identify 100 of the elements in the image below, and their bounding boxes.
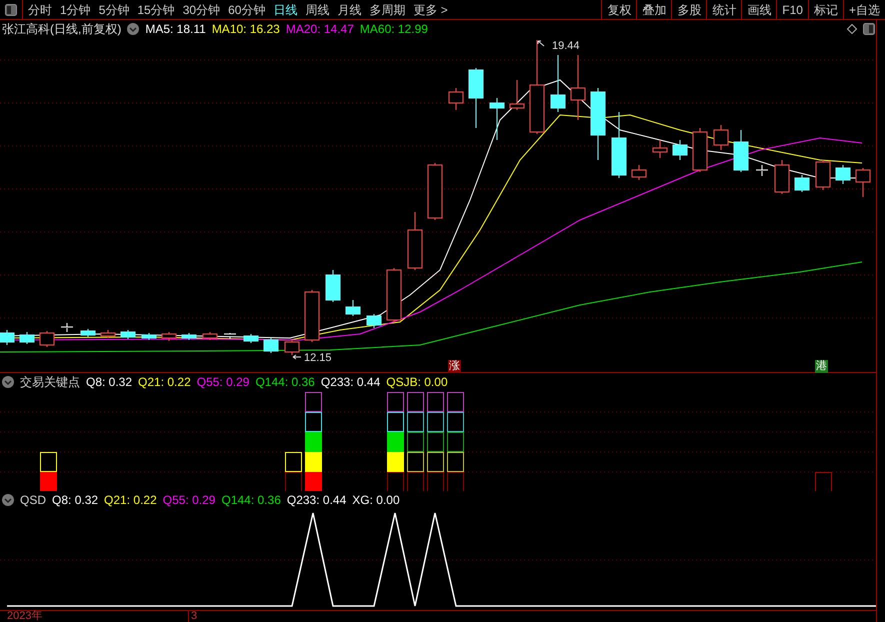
period-tab[interactable]: 多周期 bbox=[369, 0, 406, 18]
low-price-label: 12.15 bbox=[304, 351, 332, 366]
candlestick bbox=[448, 88, 464, 110]
candlestick bbox=[304, 290, 320, 342]
period-tab[interactable]: 月线 bbox=[337, 0, 362, 18]
signal-block bbox=[40, 452, 57, 472]
collapse-icon[interactable] bbox=[2, 494, 14, 506]
period-tab[interactable]: 5分钟 bbox=[98, 0, 130, 18]
signal-block bbox=[407, 432, 424, 452]
legend-value: Q144: 0.36 bbox=[221, 492, 281, 509]
event-marker[interactable]: 港 bbox=[815, 360, 828, 373]
signal-block bbox=[387, 392, 404, 412]
legend-value: XG: 0.00 bbox=[352, 492, 400, 509]
candlestick bbox=[510, 80, 524, 110]
candlestick bbox=[468, 68, 484, 128]
period-tab[interactable]: 日线 bbox=[273, 0, 298, 18]
toolbar-button[interactable]: +自选 bbox=[842, 0, 885, 19]
candlestick bbox=[346, 300, 360, 316]
candlestick bbox=[612, 112, 626, 178]
candlestick bbox=[856, 168, 870, 198]
legend-value: MA20: 14.47 bbox=[286, 21, 354, 38]
candlestick bbox=[120, 330, 136, 340]
candlestick bbox=[100, 330, 116, 338]
toolbar-button[interactable]: F10 bbox=[776, 0, 808, 19]
indicator-title: 交易关键点 bbox=[20, 374, 80, 391]
period-tab[interactable]: 15分钟 bbox=[137, 0, 175, 18]
candlestick bbox=[428, 162, 442, 220]
legend-value: Q233: 0.44 bbox=[320, 374, 380, 391]
candlestick bbox=[60, 322, 74, 332]
legend-value: Q55: 0.29 bbox=[162, 492, 216, 509]
candlestick bbox=[672, 140, 688, 160]
panel-toggle-icon[interactable] bbox=[863, 23, 875, 35]
diamond-icon[interactable] bbox=[847, 24, 857, 34]
candlestick bbox=[284, 340, 300, 356]
signal-block bbox=[447, 412, 464, 432]
signal-block bbox=[407, 392, 424, 412]
period-tab[interactable]: 30分钟 bbox=[182, 0, 220, 18]
signal-block bbox=[285, 472, 302, 491]
candlestick bbox=[20, 332, 34, 344]
candlestick bbox=[774, 160, 790, 194]
axis-label: 3 bbox=[190, 611, 198, 622]
event-marker[interactable]: 涨 bbox=[448, 360, 461, 373]
period-tab[interactable]: 周线 bbox=[305, 0, 330, 18]
signal-block bbox=[387, 452, 404, 472]
collapse-icon[interactable] bbox=[127, 23, 140, 35]
collapse-icon[interactable] bbox=[2, 376, 14, 388]
high-price-label: 19.44 bbox=[552, 38, 580, 54]
signal-block bbox=[305, 412, 322, 432]
pointer-arrow-icon bbox=[537, 40, 545, 47]
period-tab[interactable]: 60分钟 bbox=[228, 0, 266, 18]
legend-value: MA5: 18.11 bbox=[145, 21, 206, 38]
toolbar-button[interactable]: 复权 bbox=[601, 0, 636, 19]
toolbar-button[interactable]: 标记 bbox=[808, 0, 843, 19]
candlestick bbox=[756, 164, 768, 176]
candlestick bbox=[142, 332, 156, 340]
signal-block bbox=[427, 452, 444, 472]
signal-block bbox=[407, 472, 424, 491]
legend-value: QSJB: 0.00 bbox=[386, 374, 448, 391]
signal-block bbox=[427, 412, 444, 432]
signal-block bbox=[40, 472, 57, 491]
toolbar-button[interactable]: 叠加 bbox=[636, 0, 672, 19]
signal-block bbox=[407, 412, 424, 432]
panel-toggle-icon[interactable] bbox=[5, 4, 17, 16]
toolbar-button[interactable]: 统计 bbox=[706, 0, 742, 19]
indicator-title: QSD bbox=[20, 492, 46, 509]
signal-block bbox=[815, 472, 832, 491]
signal-block bbox=[447, 432, 464, 452]
legend-value: MA60: 12.99 bbox=[360, 21, 428, 38]
legend-value: Q144: 0.36 bbox=[255, 374, 315, 391]
period-tab[interactable]: 更多 > bbox=[413, 0, 448, 18]
period-tab[interactable]: 分时 bbox=[28, 0, 52, 18]
candlestick bbox=[182, 332, 196, 340]
signal-block bbox=[427, 392, 444, 412]
toolbar-button[interactable]: 多股 bbox=[671, 0, 706, 19]
stock-title: 张江高科(日线,前复权) bbox=[2, 21, 122, 38]
signal-block bbox=[387, 432, 404, 452]
pointer-arrow-icon bbox=[292, 354, 302, 360]
candlestick bbox=[386, 268, 402, 322]
candlestick bbox=[794, 174, 810, 192]
candlestick bbox=[714, 124, 728, 150]
signal-block bbox=[305, 472, 322, 491]
candlestick bbox=[734, 130, 748, 172]
legend-value: Q21: 0.22 bbox=[104, 492, 157, 509]
legend-value: Q21: 0.22 bbox=[138, 374, 191, 391]
candlestick bbox=[80, 328, 96, 338]
toolbar-button[interactable]: 画线 bbox=[741, 0, 776, 19]
candlestick bbox=[326, 270, 340, 302]
candlestick bbox=[408, 212, 422, 270]
signal-block bbox=[447, 392, 464, 412]
signal-block bbox=[305, 432, 322, 452]
legend-value: Q8: 0.32 bbox=[52, 492, 98, 509]
legend-value: Q55: 0.29 bbox=[196, 374, 250, 391]
period-tab[interactable]: 1分钟 bbox=[60, 0, 91, 18]
legend-value: Q233: 0.44 bbox=[286, 492, 346, 509]
candlestick bbox=[244, 334, 258, 344]
signal-block bbox=[447, 472, 464, 491]
candlestick bbox=[632, 164, 646, 180]
legend-value: MA10: 16.23 bbox=[212, 21, 280, 38]
signal-block bbox=[305, 452, 322, 472]
signal-block bbox=[387, 412, 404, 432]
